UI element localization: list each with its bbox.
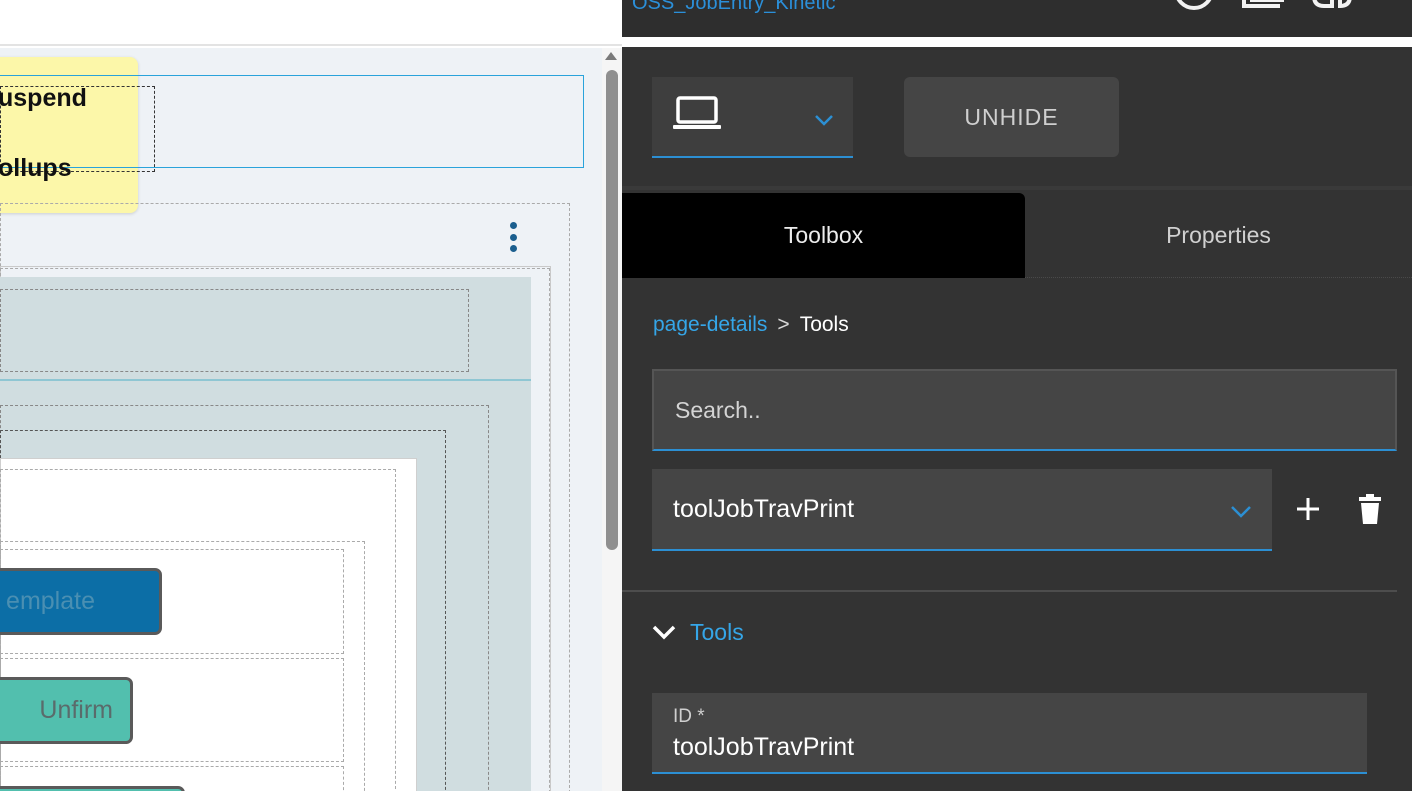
- panel-divider-middle: [622, 590, 1397, 592]
- selection-box[interactable]: [0, 75, 584, 168]
- unfirm-button-label: Unfirm: [39, 696, 113, 724]
- tools-section-header[interactable]: Tools: [652, 614, 744, 650]
- designer-side-panel: OSS_JobEntry_Kinetic UNHIDE Toolbox Prop…: [622, 0, 1412, 791]
- help-circle-icon[interactable]: [1174, 0, 1214, 10]
- breadcrumb-separator: >: [777, 313, 790, 336]
- canvas-top-bar: [0, 0, 622, 46]
- chevron-down-icon: [652, 625, 676, 640]
- breadcrumb: page-details > Tools: [653, 313, 849, 337]
- panel-divider: [0, 379, 531, 381]
- template-button[interactable]: emplate: [0, 568, 162, 635]
- tool-select[interactable]: toolJobTravPrint: [652, 469, 1272, 551]
- id-field[interactable]: ID * toolJobTravPrint: [652, 693, 1367, 774]
- breadcrumb-link-page-details[interactable]: page-details: [653, 313, 767, 336]
- tool-select-value: toolJobTravPrint: [673, 494, 855, 523]
- panel-top-gap: [622, 37, 1412, 47]
- trash-icon[interactable]: [1358, 494, 1382, 524]
- panel-top-bar: OSS_JobEntry_Kinetic: [622, 0, 1412, 37]
- chevron-down-icon: [1231, 506, 1251, 518]
- chevron-down-icon: [815, 115, 833, 126]
- id-field-label: ID *: [673, 706, 705, 727]
- panel-divider-top: [622, 186, 1412, 190]
- scrollbar-thumb[interactable]: [606, 70, 618, 550]
- app-title-link[interactable]: OSS_JobEntry_Kinetic: [632, 0, 835, 15]
- sticky-note-line2: ollups: [0, 154, 72, 182]
- plus-icon[interactable]: [1295, 496, 1321, 522]
- laptop-icon: [673, 96, 721, 129]
- tools-section-label: Tools: [690, 618, 744, 645]
- unhide-button[interactable]: UNHIDE: [904, 77, 1119, 157]
- scroll-up-arrow-icon[interactable]: [605, 52, 617, 60]
- designer-canvas: uspend ollups emplate Unfirm: [0, 0, 622, 791]
- tab-properties[interactable]: Properties: [1025, 193, 1412, 278]
- template-button-label: emplate: [6, 587, 95, 615]
- copy-icon[interactable]: [1240, 0, 1286, 10]
- more-options-icon[interactable]: [507, 222, 519, 256]
- unfirm-button[interactable]: Unfirm: [0, 677, 133, 744]
- device-preview-select[interactable]: [652, 77, 853, 158]
- third-button[interactable]: [0, 786, 185, 791]
- sticky-note-line1: uspend: [0, 84, 87, 112]
- tab-toolbox[interactable]: Toolbox: [622, 193, 1025, 278]
- panel-header-region: [0, 289, 469, 372]
- redo-icon[interactable]: [1310, 0, 1356, 10]
- id-field-value[interactable]: toolJobTravPrint: [673, 733, 1353, 762]
- search-input[interactable]: [652, 369, 1397, 451]
- breadcrumb-current: Tools: [799, 313, 849, 336]
